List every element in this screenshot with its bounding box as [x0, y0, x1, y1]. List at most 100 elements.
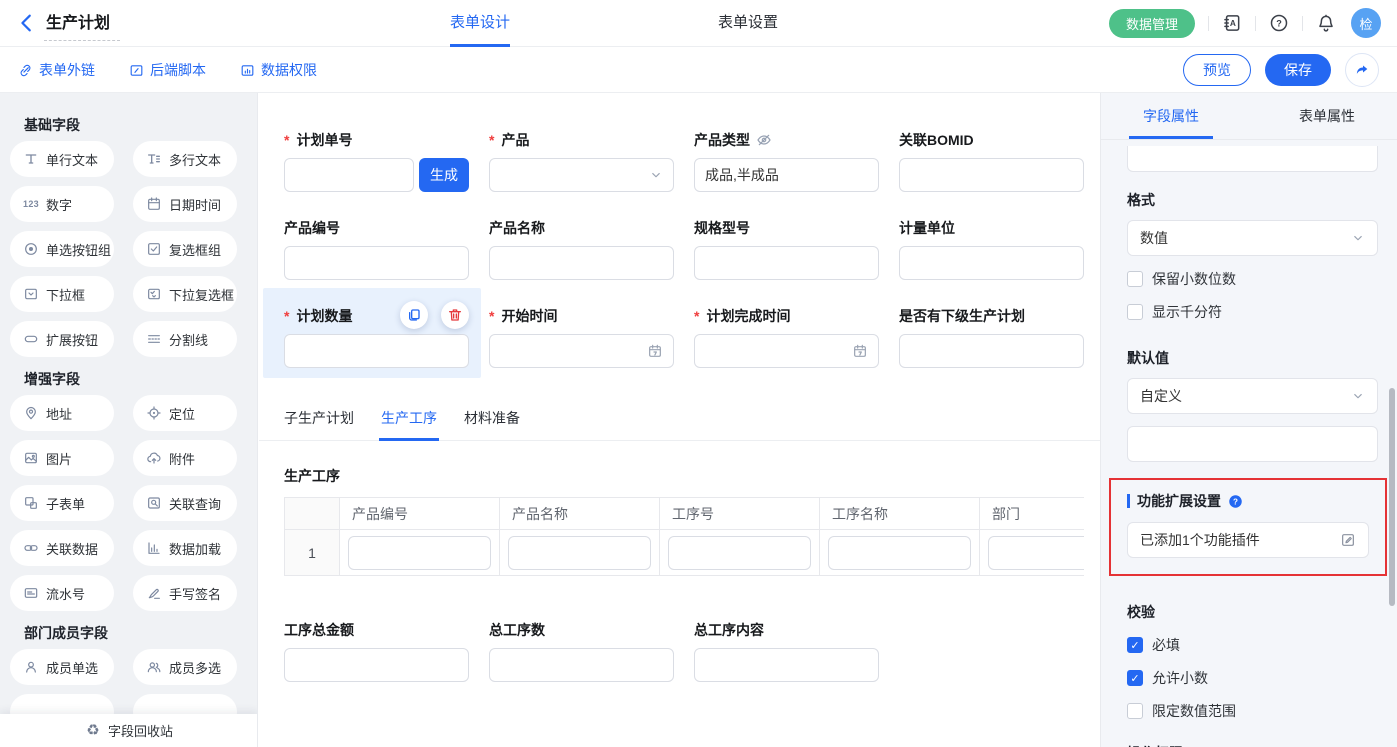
product-code-input[interactable]	[284, 246, 469, 280]
field-type-button[interactable]: 多行文本	[133, 141, 237, 177]
data-manage-button[interactable]: 数据管理	[1109, 9, 1195, 38]
subform-cell-input[interactable]	[508, 536, 651, 570]
preview-button[interactable]: 预览	[1183, 54, 1251, 86]
plan-quantity-input[interactable]	[284, 334, 469, 368]
tab-form-properties[interactable]: 表单属性	[1293, 93, 1361, 139]
field-finish-time[interactable]: 计划完成时间	[694, 306, 879, 368]
field-unit[interactable]: 计量单位	[899, 218, 1084, 280]
field-type-button[interactable]: 地址	[10, 395, 114, 431]
field-type-button[interactable]: 附件	[133, 440, 237, 476]
page-title[interactable]: 生产计划	[44, 6, 120, 41]
option-allow-decimal[interactable]: 允许小数	[1127, 668, 1378, 688]
field-spec-model[interactable]: 规格型号	[694, 218, 879, 280]
panel-scrollbar[interactable]	[1389, 388, 1395, 606]
subform-cell-input[interactable]	[348, 536, 491, 570]
field-product-type[interactable]: 产品类型 成品,半成品	[694, 130, 879, 192]
bom-id-input[interactable]	[899, 158, 1084, 192]
unit-input[interactable]	[899, 246, 1084, 280]
field-type-button[interactable]: 定位	[133, 395, 237, 431]
field-name-input[interactable]	[1127, 146, 1378, 172]
field-type-button[interactable]: 下拉复选框	[133, 276, 237, 312]
has-sub-plan-input[interactable]	[899, 334, 1084, 368]
tab-field-properties[interactable]: 字段属性	[1137, 93, 1205, 139]
backend-script-link[interactable]: 后端脚本	[129, 60, 206, 80]
field-plan-quantity[interactable]: 计划数量	[284, 306, 469, 368]
field-process-total-amount[interactable]: 工序总金额	[284, 620, 469, 682]
start-time-input[interactable]	[489, 334, 674, 368]
field-has-sub-plan[interactable]: 是否有下级生产计划	[899, 306, 1084, 368]
edit-icon[interactable]	[1340, 532, 1356, 548]
field-type-button[interactable]: 成员多选	[133, 649, 237, 685]
tab-sub-production-plan[interactable]: 子生产计划	[284, 408, 354, 440]
field-recycle-bin[interactable]: ♻ 字段回收站	[0, 714, 258, 747]
checkbox[interactable]	[1127, 304, 1143, 320]
subform-table[interactable]: 产品编号 产品名称 工序号 工序名称 部门 1	[284, 497, 1084, 576]
finish-time-input[interactable]	[694, 334, 879, 368]
field-type-button[interactable]: 流水号	[10, 575, 114, 611]
field-total-process-content[interactable]: 总工序内容	[694, 620, 879, 682]
field-type-button[interactable]: 成员单选	[10, 649, 114, 685]
tab-material-preparation[interactable]: 材料准备	[464, 408, 520, 440]
product-name-input[interactable]	[489, 246, 674, 280]
option-required[interactable]: 必填	[1127, 635, 1378, 655]
field-start-time[interactable]: 开始时间	[489, 306, 674, 368]
field-type-button[interactable]: 单选按钮组	[10, 231, 114, 267]
product-select[interactable]	[489, 158, 674, 192]
avatar[interactable]: 检	[1351, 8, 1381, 38]
field-type-button[interactable]: 下拉框	[10, 276, 114, 312]
field-type-button[interactable]: 图片	[10, 440, 114, 476]
delete-field-button[interactable]	[441, 301, 469, 329]
subform-cell-input[interactable]	[668, 536, 811, 570]
plan-number-input[interactable]	[284, 158, 414, 192]
field-type-button[interactable]: 关联数据	[10, 530, 114, 566]
field-type-button[interactable]: 手写签名	[133, 575, 237, 611]
field-type-button[interactable]: 单行文本	[10, 141, 114, 177]
checkbox[interactable]	[1127, 271, 1143, 287]
field-type-button[interactable]: 关联查询	[133, 485, 237, 521]
field-product-code[interactable]: 产品编号	[284, 218, 469, 280]
spec-model-input[interactable]	[694, 246, 879, 280]
field-type-button[interactable]: 分割线	[133, 321, 237, 357]
option-decimal-places[interactable]: 保留小数位数	[1127, 269, 1378, 289]
checkbox[interactable]	[1127, 703, 1143, 719]
back-icon[interactable]	[16, 12, 38, 34]
total-process-content-input[interactable]	[694, 648, 879, 682]
save-button[interactable]: 保存	[1265, 54, 1331, 86]
copy-field-button[interactable]	[400, 301, 428, 329]
generate-button[interactable]: 生成	[419, 158, 469, 192]
subform-cell-input[interactable]	[828, 536, 971, 570]
field-product-name[interactable]: 产品名称	[489, 218, 674, 280]
total-process-count-input[interactable]	[489, 648, 674, 682]
tab-form-settings[interactable]: 表单设置	[718, 0, 778, 47]
product-type-input[interactable]: 成品,半成品	[694, 158, 879, 192]
field-bom-id[interactable]: 关联BOMID	[899, 130, 1084, 192]
field-type-button[interactable]: 子表单	[10, 485, 114, 521]
format-select[interactable]: 数值	[1127, 220, 1378, 256]
field-type-button[interactable]: 复选框组	[133, 231, 237, 267]
checkbox[interactable]	[1127, 637, 1143, 653]
field-type-button[interactable]: 123数字	[10, 186, 114, 222]
option-thousand-separator[interactable]: 显示千分符	[1127, 302, 1378, 322]
help-icon[interactable]: ?	[1269, 13, 1289, 33]
field-type-button[interactable]: 数据加载	[133, 530, 237, 566]
share-button[interactable]	[1345, 53, 1379, 87]
option-limit-range[interactable]: 限定数值范围	[1127, 701, 1378, 721]
field-type-button[interactable]: 日期时间	[133, 186, 237, 222]
custom-default-input[interactable]	[1127, 426, 1378, 462]
subform-cell-input[interactable]	[988, 536, 1084, 570]
field-type-button[interactable]: 扩展按钮	[10, 321, 114, 357]
contacts-icon[interactable]: A	[1222, 13, 1242, 33]
tab-production-process[interactable]: 生产工序	[381, 408, 437, 440]
question-icon[interactable]: ?	[1228, 494, 1243, 509]
checkbox[interactable]	[1127, 670, 1143, 686]
data-permission-link[interactable]: 数据权限	[240, 60, 317, 80]
field-product[interactable]: 产品	[489, 130, 674, 192]
default-value-select[interactable]: 自定义	[1127, 378, 1378, 414]
process-total-amount-input[interactable]	[284, 648, 469, 682]
tab-form-design[interactable]: 表单设计	[450, 0, 510, 47]
field-plan-number[interactable]: 计划单号 生成	[284, 130, 469, 192]
plugin-field[interactable]: 已添加1个功能插件	[1127, 522, 1369, 558]
field-total-process-count[interactable]: 总工序数	[489, 620, 674, 682]
form-external-link[interactable]: 表单外链	[18, 60, 95, 80]
bell-icon[interactable]	[1316, 13, 1336, 33]
